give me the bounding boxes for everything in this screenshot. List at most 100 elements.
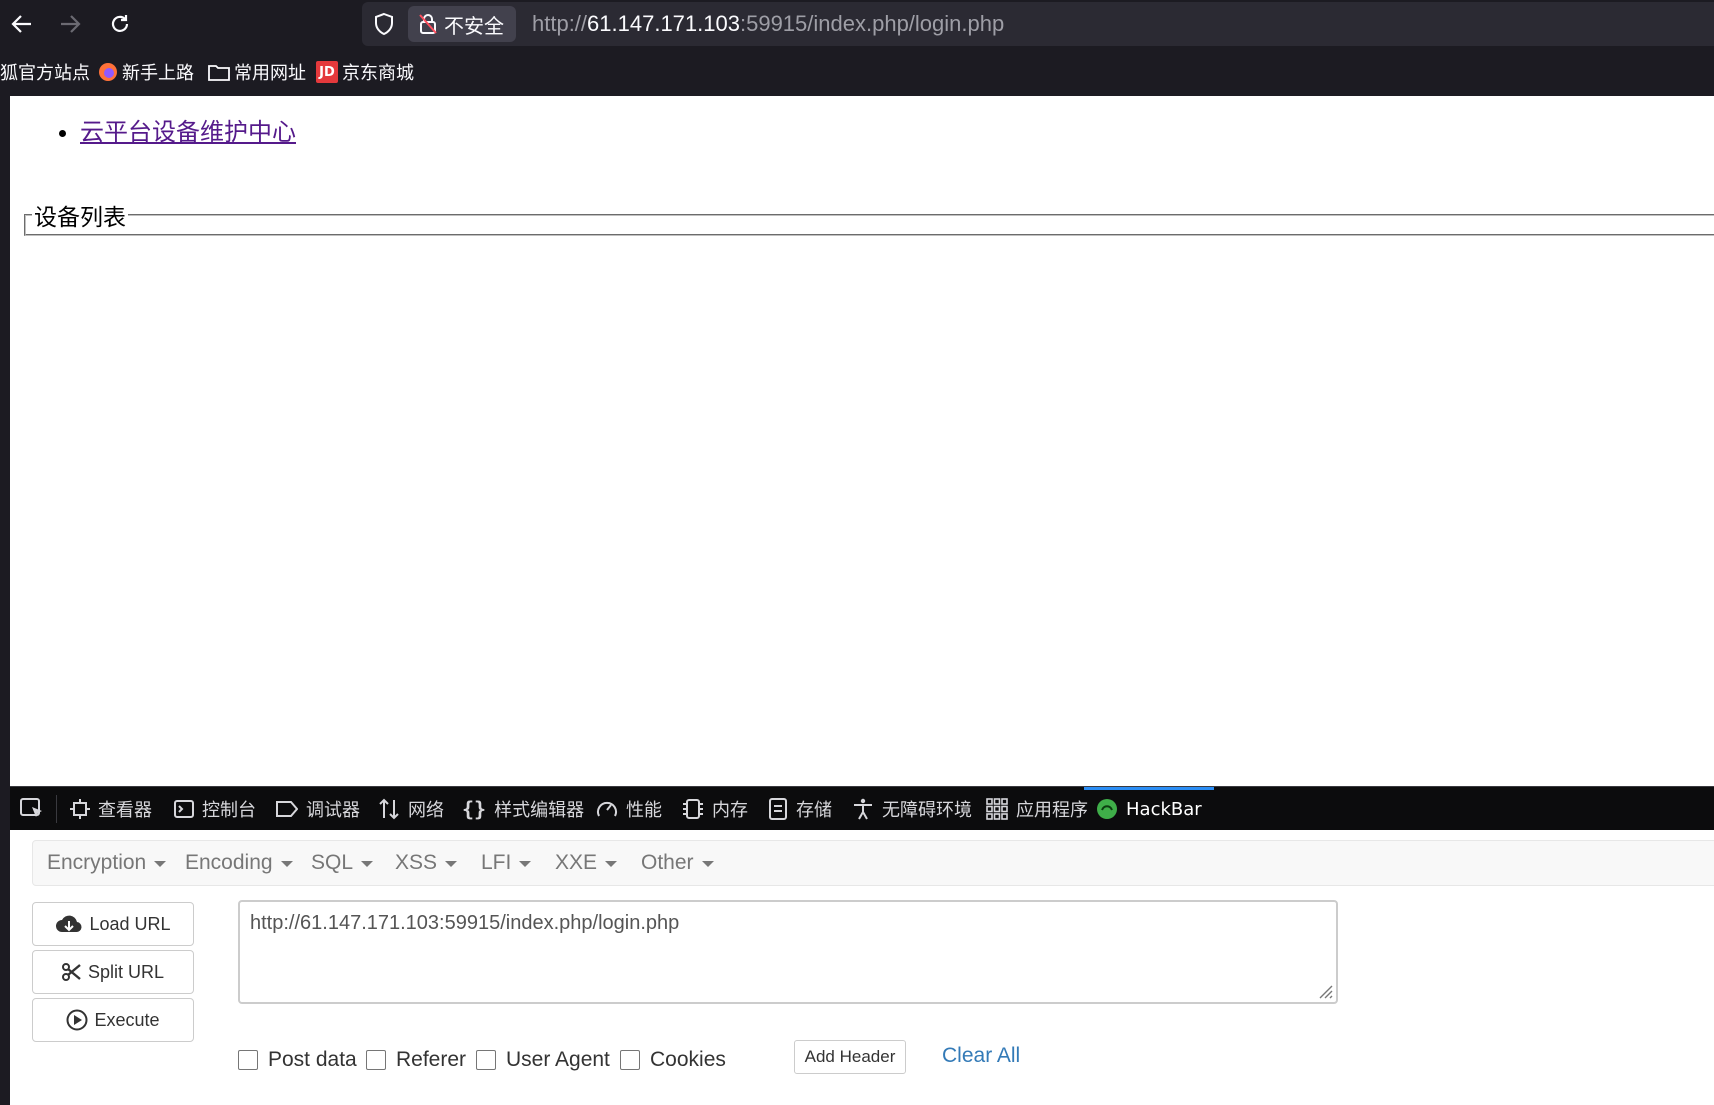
menu-lfi[interactable]: LFI: [481, 841, 532, 885]
url-bar[interactable]: 不安全 http://61.147.171.103:59915/index.ph…: [362, 2, 1714, 46]
button-label: Split URL: [87, 961, 165, 982]
network-icon: [379, 798, 399, 820]
cookies-checkbox[interactable]: Cookies: [620, 1046, 726, 1074]
menu-label: LFI: [481, 851, 512, 874]
menu-sql[interactable]: SQL: [311, 841, 374, 885]
bookmark-getting-started[interactable]: 新手上路: [98, 60, 194, 84]
tab-label: 网络: [408, 800, 444, 821]
url-textarea-value: http://61.147.171.103:59915/index.php/lo…: [250, 912, 680, 934]
url-path: :59915/index.php/login.php: [739, 11, 1005, 36]
tab-label: 查看器: [98, 800, 152, 821]
tab-label: 性能: [626, 800, 662, 821]
url-host: 61.147.171.103: [587, 11, 740, 36]
url-scheme: http://: [532, 11, 588, 36]
bookmark-jd-mall[interactable]: JD 京东商城: [316, 60, 414, 84]
shield-icon[interactable]: [372, 12, 396, 36]
menu-label: SQL: [311, 851, 354, 874]
folder-icon: [208, 65, 230, 81]
device-list-legend: 设备列表: [34, 205, 126, 231]
hackbar-icon: [1097, 799, 1117, 819]
tab-network[interactable]: 网络: [378, 787, 444, 831]
tab-accessibility[interactable]: 无障碍环境: [852, 787, 972, 831]
clear-all-link[interactable]: Clear All: [942, 1044, 1020, 1068]
tab-memory[interactable]: 内存: [682, 787, 748, 831]
caret-down-icon: [605, 861, 618, 867]
checkbox-box[interactable]: [238, 1050, 258, 1070]
bookmark-official-site[interactable]: 狐官方站点: [0, 60, 90, 84]
element-picker-icon[interactable]: [18, 795, 46, 823]
tab-style-editor[interactable]: {} 样式编辑器: [462, 787, 584, 831]
tab-label: 应用程序: [1016, 800, 1088, 821]
arrow-left-icon: [11, 15, 31, 33]
checkbox-box[interactable]: [366, 1050, 386, 1070]
url-text[interactable]: http://61.147.171.103:59915/index.php/lo…: [532, 11, 1004, 37]
menu-encoding[interactable]: Encoding: [185, 841, 293, 885]
bookmark-label: 京东商城: [342, 63, 414, 84]
button-label: Load URL: [89, 913, 171, 934]
menu-xss[interactable]: XSS: [395, 841, 458, 885]
scissors-icon: [61, 963, 81, 981]
connection-insecure-badge[interactable]: 不安全: [408, 6, 516, 42]
menu-encryption[interactable]: Encryption: [47, 841, 167, 885]
caret-down-icon: [701, 861, 714, 867]
caret-down-icon: [519, 861, 532, 867]
load-url-button[interactable]: Load URL: [32, 902, 194, 946]
link-list: 云平台设备维护中心: [58, 112, 296, 147]
window-edge: [0, 96, 10, 1105]
tab-label: 样式编辑器: [494, 800, 585, 821]
resize-grip-icon[interactable]: [1315, 981, 1333, 999]
maintenance-center-link[interactable]: 云平台设备维护中心: [80, 118, 296, 146]
tab-hackbar[interactable]: HackBar: [1084, 787, 1214, 831]
toolbar-divider: [56, 795, 57, 823]
tab-console[interactable]: 控制台: [174, 787, 256, 831]
hackbar-menu-bar: Encryption Encoding SQL XSS LFI XXE Othe…: [32, 840, 1714, 886]
tab-label: 无障碍环境: [882, 800, 972, 821]
insecure-lock-icon: [419, 14, 437, 34]
user-agent-checkbox[interactable]: User Agent: [476, 1046, 610, 1074]
button-label: Execute: [94, 1009, 160, 1030]
caret-down-icon: [280, 861, 293, 867]
tab-performance[interactable]: 性能: [596, 787, 662, 831]
checkbox-box[interactable]: [620, 1050, 640, 1070]
jd-icon: JD: [316, 61, 338, 83]
tab-label: HackBar: [1126, 798, 1202, 820]
tab-storage[interactable]: 存储: [768, 787, 832, 831]
console-icon: [174, 800, 194, 818]
tab-inspector[interactable]: 查看器: [70, 787, 152, 831]
bookmark-label: 新手上路: [122, 63, 194, 84]
hackbar-panel: Encryption Encoding SQL XSS LFI XXE Othe…: [10, 830, 1714, 1105]
checkbox-label: Referer: [396, 1048, 467, 1071]
url-textarea[interactable]: http://61.147.171.103:59915/index.php/lo…: [238, 900, 1338, 1004]
bookmark-common-sites[interactable]: 常用网址: [208, 60, 306, 84]
menu-other[interactable]: Other: [641, 841, 714, 885]
referer-checkbox[interactable]: Referer: [366, 1046, 466, 1074]
tab-label: 调试器: [306, 800, 360, 821]
back-button[interactable]: [6, 8, 38, 40]
application-icon: [986, 798, 1008, 820]
bookmark-label: 常用网址: [234, 63, 306, 84]
page-content: 云平台设备维护中心 设备列表: [10, 96, 1714, 786]
checkbox-box[interactable]: [476, 1050, 496, 1070]
tab-label: 控制台: [202, 800, 256, 821]
debugger-icon: [276, 801, 298, 817]
menu-label: Encryption: [47, 851, 147, 874]
execute-button[interactable]: Execute: [32, 998, 194, 1042]
reload-icon: [111, 15, 129, 32]
devtools-tab-bar: 查看器 控制台 调试器 网络 {} 样式编辑器 性能 内存 存储 无障碍环境 应…: [10, 786, 1714, 831]
split-url-button[interactable]: Split URL: [32, 950, 194, 994]
caret-down-icon: [445, 861, 458, 867]
caret-down-icon: [154, 861, 167, 867]
reload-button[interactable]: [104, 8, 136, 40]
tab-application[interactable]: 应用程序: [986, 787, 1088, 831]
bookmark-label: 狐官方站点: [0, 63, 90, 84]
menu-xxe[interactable]: XXE: [555, 841, 618, 885]
tab-label: 存储: [796, 800, 832, 821]
checkbox-label: Cookies: [650, 1048, 726, 1071]
add-header-button[interactable]: Add Header: [794, 1040, 906, 1074]
forward-button[interactable]: [54, 8, 86, 40]
post-data-checkbox[interactable]: Post data: [238, 1046, 357, 1074]
accessibility-icon: [854, 798, 872, 820]
tab-debugger[interactable]: 调试器: [276, 787, 360, 831]
storage-icon: [769, 798, 787, 820]
list-item: 云平台设备维护中心: [80, 112, 296, 147]
